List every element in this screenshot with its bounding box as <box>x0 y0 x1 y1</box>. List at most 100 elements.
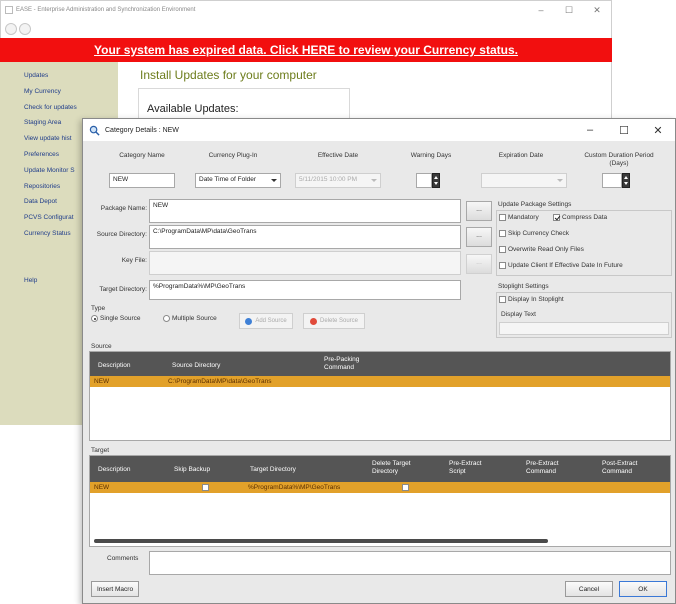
overwrite-read-only-checkbox[interactable]: Overwrite Read Only Files <box>499 246 584 253</box>
multiple-source-radio[interactable]: Multiple Source <box>163 315 217 322</box>
update-client-checkbox[interactable]: Update Client If Effective Date In Futur… <box>499 262 623 269</box>
forward-icon[interactable] <box>19 23 31 35</box>
package-name-input[interactable]: NEW <box>149 199 461 223</box>
target-col-description[interactable]: Description <box>98 466 131 473</box>
single-source-label: Single Source <box>100 315 141 322</box>
category-details-dialog: Category Details : NEW – ☐ ✕ Category Na… <box>82 118 676 604</box>
insert-macro-button[interactable]: Insert Macro <box>91 581 139 597</box>
table-row[interactable]: NEW C:\ProgramData\MP\data\GeoTrans <box>90 376 670 387</box>
source-col-source-directory[interactable]: Source Directory <box>172 362 220 369</box>
skip-currency-label: Skip Currency Check <box>508 230 570 237</box>
background-window-title: EASE - Enterprise Administration and Syn… <box>16 7 196 13</box>
target-directory-input[interactable]: %ProgramData%\MP\GeoTrans <box>149 280 461 300</box>
multiple-source-label: Multiple Source <box>172 315 217 322</box>
delete-icon <box>309 317 317 325</box>
chevron-down-icon <box>557 179 563 182</box>
source-col-pre-packing-command[interactable]: Pre-Packing Command <box>324 356 376 372</box>
source-col-description[interactable]: Description <box>98 362 131 369</box>
package-browse-button[interactable]: ... <box>466 201 492 221</box>
category-name-label: Category Name <box>119 152 165 159</box>
custom-duration-label: Custom Duration Period (Days) <box>584 152 654 167</box>
target-row-description: NEW <box>94 484 110 491</box>
skip-backup-checkbox[interactable] <box>202 484 209 491</box>
single-source-radio[interactable]: Single Source <box>91 315 140 322</box>
dialog-titlebar: Category Details : NEW – ☐ ✕ <box>83 119 675 141</box>
delete-target-directory-checkbox[interactable] <box>402 484 409 491</box>
custom-duration-stepper[interactable] <box>622 173 630 188</box>
background-window-controls: – ☐ ✕ <box>527 1 611 19</box>
dialog-window-controls: – ☐ ✕ <box>573 119 675 141</box>
back-icon[interactable] <box>5 23 17 35</box>
expired-data-banner[interactable]: Your system has expired data. Click HERE… <box>0 38 612 62</box>
target-col-pre-extract-script[interactable]: Pre-Extract Script <box>449 460 491 476</box>
add-source-button: Add Source <box>239 313 293 329</box>
package-name-label: Package Name: <box>100 205 147 212</box>
effective-date-picker: 5/11/2015 10:00 PM <box>295 173 381 188</box>
checkbox-icon <box>499 246 506 253</box>
cancel-button[interactable]: Cancel <box>565 581 613 597</box>
table-row[interactable]: NEW %ProgramData%\MP\GeoTrans <box>90 482 670 493</box>
compress-data-checkbox[interactable]: Compress Data <box>553 214 607 221</box>
target-col-post-extract-command[interactable]: Post-Extract Command <box>602 460 648 476</box>
checkbox-icon <box>499 262 506 269</box>
add-icon <box>245 317 253 325</box>
compress-data-label: Compress Data <box>562 214 608 221</box>
source-browse-button[interactable]: ... <box>466 227 492 247</box>
minimize-icon[interactable]: – <box>573 119 607 141</box>
radio-icon <box>163 315 170 322</box>
comments-label: Comments <box>107 555 139 562</box>
source-row-directory: C:\ProgramData\MP\data\GeoTrans <box>168 378 272 385</box>
currency-plugin-select[interactable]: Date Time of Folder <box>195 173 281 188</box>
target-grid-header: Description Skip Backup Target Directory… <box>90 456 670 482</box>
source-directory-input[interactable]: C:\ProgramData\MP\data\GeoTrans <box>149 225 461 249</box>
delete-source-button: Delete Source <box>303 313 365 329</box>
close-icon[interactable]: ✕ <box>583 1 611 19</box>
comments-input[interactable] <box>149 551 671 575</box>
checkbox-checked-icon <box>553 214 560 221</box>
background-titlebar: EASE - Enterprise Administration and Syn… <box>1 1 611 19</box>
display-text-label: Display Text <box>501 311 536 318</box>
radio-selected-icon <box>91 315 98 322</box>
sidebar-item-my-currency[interactable]: My Currency <box>0 88 118 104</box>
target-directory-label: Target Directory: <box>99 286 147 293</box>
chevron-down-icon <box>271 179 277 182</box>
maximize-icon[interactable]: ☐ <box>555 1 583 19</box>
target-col-pre-extract-command[interactable]: Pre-Extract Command <box>526 460 572 476</box>
target-col-delete-target-directory[interactable]: Delete Target Directory <box>372 460 420 476</box>
background-toolbar <box>1 19 611 39</box>
close-icon[interactable]: ✕ <box>641 119 675 141</box>
maximize-icon[interactable]: ☐ <box>607 119 641 141</box>
warning-days-input[interactable] <box>416 173 432 188</box>
target-section-label: Target <box>91 447 110 454</box>
minimize-icon[interactable]: – <box>527 1 555 19</box>
app-icon <box>5 6 13 14</box>
key-file-label: Key File: <box>121 257 147 264</box>
source-grid: Description Source Directory Pre-Packing… <box>89 351 671 441</box>
magnifier-icon <box>89 125 100 136</box>
warning-days-stepper[interactable] <box>432 173 440 188</box>
source-directory-label: Source Directory: <box>96 231 147 238</box>
custom-duration-input[interactable] <box>602 173 622 188</box>
currency-plugin-label: Currency Plug-In <box>208 152 258 159</box>
target-col-skip-backup[interactable]: Skip Backup <box>174 466 210 473</box>
checkbox-icon <box>499 296 506 303</box>
expiration-date-picker <box>481 173 567 188</box>
display-in-stoplight-checkbox[interactable]: Display In Stoplight <box>499 296 564 303</box>
ok-button[interactable]: OK <box>619 581 667 597</box>
key-file-input <box>149 251 461 275</box>
target-col-target-directory[interactable]: Target Directory <box>250 466 296 473</box>
checkbox-icon <box>499 214 506 221</box>
key-file-browse-button: ... <box>466 254 492 274</box>
mandatory-checkbox[interactable]: Mandatory <box>499 214 539 221</box>
skip-currency-checkbox[interactable]: Skip Currency Check <box>499 230 569 237</box>
target-row-directory: %ProgramData%\MP\GeoTrans <box>248 484 341 491</box>
source-grid-header: Description Source Directory Pre-Packing… <box>90 352 670 376</box>
display-in-stoplight-label: Display In Stoplight <box>508 296 564 303</box>
sidebar-item-updates[interactable]: Updates <box>0 72 118 88</box>
category-name-input[interactable]: NEW <box>109 173 175 188</box>
delete-source-label: Delete Source <box>319 318 359 324</box>
horizontal-scrollbar[interactable] <box>94 539 548 543</box>
source-section-label: Source <box>91 343 112 350</box>
checkbox-icon <box>499 230 506 237</box>
source-row-description: NEW <box>94 378 110 385</box>
